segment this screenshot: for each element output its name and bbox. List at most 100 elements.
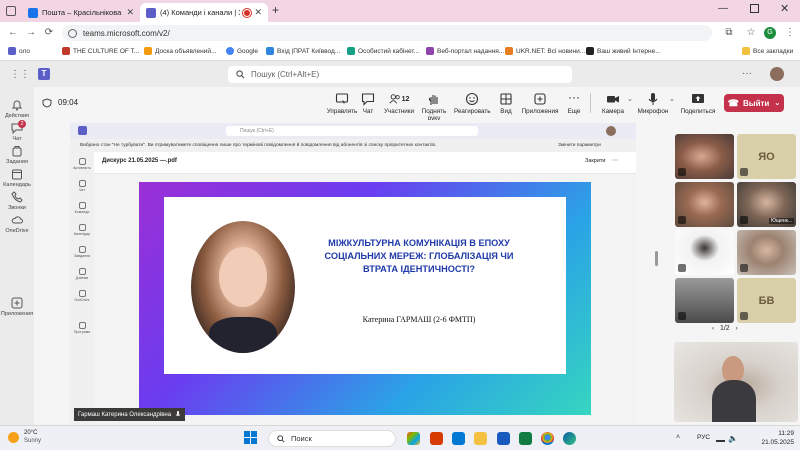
leave-button[interactable]: ☎ Выйти ⌄ [724,94,784,112]
participant-tile[interactable]: ЯО [737,134,796,179]
microphone-muted-icon [740,216,748,224]
profile-avatar[interactable]: G [764,27,776,39]
view-button[interactable]: Вид [496,92,516,115]
excel-icon[interactable] [519,432,532,445]
forward-icon[interactable]: → [24,26,38,40]
search-placeholder: Пошук (Ctrl+Alt+E) [251,70,320,79]
shared-file-bar: Дискурс 21.05.2025 —.pdf Закрити ⋯ [94,152,636,174]
chrome-icon[interactable] [541,432,554,445]
participant-tile[interactable] [675,182,734,227]
manage-button[interactable]: Управлять [322,92,362,115]
office-icon[interactable] [430,432,443,445]
all-bookmarks[interactable]: Все закладки [742,47,793,55]
microphone-muted-icon [678,312,686,320]
participant-tile[interactable] [675,134,734,179]
bookmark-item[interactable]: Особистий кабінет... [347,47,419,55]
edge-icon[interactable] [563,432,576,445]
participant-tile[interactable] [675,278,734,323]
chat-button[interactable]: Чат [358,92,378,115]
chevron-left-icon[interactable]: ‹ [712,326,714,332]
bookmark-item[interactable]: Веб-портал надання... [426,47,504,55]
weather-widget[interactable]: 20°C Sunny [8,429,41,445]
menu-kebab-icon[interactable]: ⋮ [783,26,797,40]
rail-item-calls[interactable]: Звонки [0,191,34,211]
participant-tile[interactable]: БВ [737,278,796,323]
folder-icon [742,47,750,55]
language-indicator[interactable]: РУС [697,434,710,441]
install-app-icon[interactable]: ⧉ [722,26,736,40]
bookmark-star-icon[interactable]: ☆ [744,26,758,40]
file-explorer-icon[interactable] [474,432,487,445]
bookmark-item[interactable]: THE CULTURE OF T... [62,47,139,55]
avatar[interactable] [770,67,784,81]
meeting-toolbar: 09:04 Управлять Чат 12 Участники Поднять… [34,87,800,122]
close-icon[interactable]: ✕ [254,7,262,18]
share-button[interactable]: Поделиться [680,92,716,115]
rail-item-calendar[interactable]: Календарь [0,168,34,188]
taskbar-search[interactable]: Поиск [268,430,396,447]
rail-item-apps[interactable]: Приложения [0,297,34,317]
minimize-button[interactable]: — [718,3,728,14]
react-button[interactable]: Реагировать [454,92,491,115]
volume-icon[interactable]: 🔈 [728,434,738,443]
participants-button[interactable]: 12 Участники [382,92,416,115]
chat-icon [361,93,375,106]
mic-button[interactable]: Микрофон [636,92,670,115]
apps-plus-icon [534,93,546,105]
rail-item-onedrive[interactable]: OneDrive [0,214,34,234]
browser-tab-mail[interactable]: Пошта – Красільнікова Олен ✕ [22,3,140,22]
site-info-icon[interactable] [68,28,77,38]
apps-plus-icon [11,297,23,309]
word-icon[interactable] [497,432,510,445]
bookmark-item[interactable]: Ваш живий Інтерне... [586,47,661,55]
bookmark-item[interactable]: Google [226,47,258,55]
clock-date: 21.05.2025 [761,439,794,446]
chevron-down-icon[interactable]: ⌄ [669,95,675,103]
maximize-button[interactable] [750,4,759,13]
self-view [674,342,798,422]
raise-hand-button[interactable]: Поднять руку [416,92,452,122]
participant-tile[interactable]: Ющенк... [737,182,796,227]
rail-item-chat[interactable]: 2 Чат [0,120,34,142]
weather-condition: Sunny [24,438,42,444]
copilot-icon[interactable] [407,432,420,445]
microphone-icon [648,93,658,105]
app-launcher-icon[interactable]: ⋮⋮ [10,69,30,80]
taskbar-clock[interactable]: 11:29 21.05.2025 [740,429,794,447]
bookmark-item[interactable]: Вхід |ПРАТ Київвод... [266,47,340,55]
bookmark-item[interactable]: Доска объявлений... [144,47,216,55]
back-icon[interactable]: ← [6,26,20,40]
apps-button[interactable]: Приложения [520,92,560,115]
browser-tab-teams[interactable]: (4) Команди і канали | За ✕ [140,3,268,22]
close-icon[interactable]: ✕ [126,7,134,18]
microphone-icon [175,411,181,417]
bookmark-favicon-icon [347,47,355,55]
windows-start-icon[interactable] [244,431,257,444]
new-tab-button[interactable]: + [272,3,279,17]
wifi-icon[interactable] [716,434,725,442]
reload-icon[interactable]: ⟳ [42,26,56,40]
chevron-right-icon[interactable]: › [736,326,738,332]
backpack-icon [78,246,86,253]
bookmark-item[interactable]: UKR.NET: Всі новини... [505,47,585,55]
search-input[interactable]: Пошук (Ctrl+Alt+E) [228,66,572,83]
tab-actions-icon[interactable] [6,6,16,16]
participant-tile[interactable] [675,230,734,275]
participant-tile[interactable] [737,230,796,275]
hang-up-icon: ☎ [727,97,739,108]
clock-time: 11:29 [778,430,794,437]
rail-item-activity[interactable]: Действия [0,99,34,119]
chevron-up-icon[interactable]: ˄ [676,434,680,441]
rail-item-assignments[interactable]: Задания [0,145,34,165]
bookmark-item[interactable]: оло [8,47,30,55]
cloud-icon [11,216,23,224]
url-field[interactable]: teams.microsoft.com/v2/ [62,25,712,41]
more-button[interactable]: ··· Еще [564,91,584,115]
chevron-down-icon[interactable]: ⌄ [627,95,633,103]
outlook-icon[interactable] [452,432,465,445]
more-options-icon[interactable]: ··· [742,68,752,79]
teams-icon [78,202,86,209]
camera-button[interactable]: Камера [598,92,628,115]
close-window-button[interactable]: ✕ [780,2,789,15]
shared-close-button: Закрити [585,158,606,164]
